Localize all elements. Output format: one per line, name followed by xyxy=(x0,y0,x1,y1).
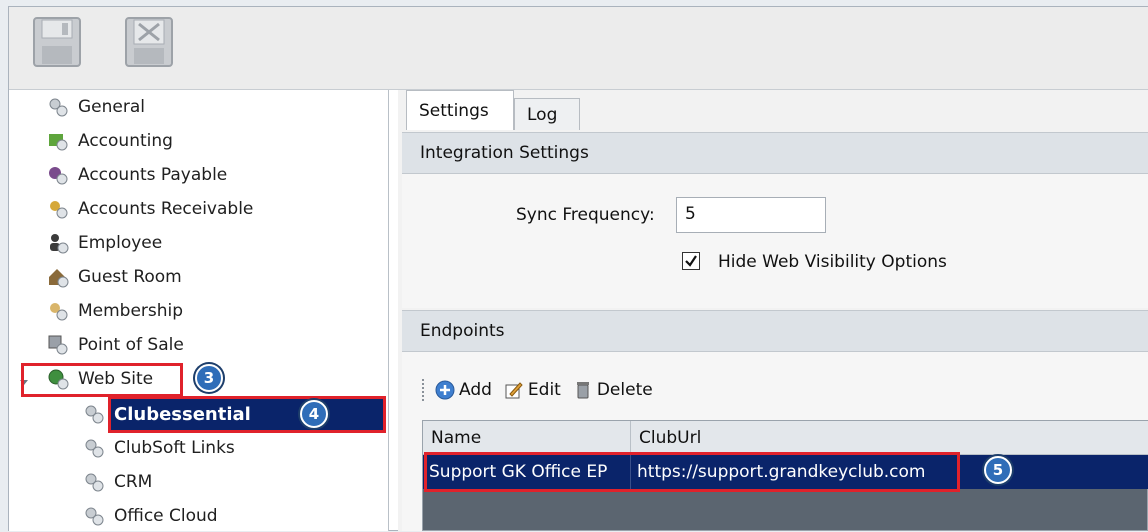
tab-settings[interactable]: Settings xyxy=(406,90,514,130)
tree-item-office-cloud[interactable]: Office Cloud xyxy=(83,500,218,532)
membership-icon xyxy=(50,303,68,321)
tree-item-employee[interactable]: Employee xyxy=(47,227,162,259)
close-document-icon[interactable] xyxy=(124,16,174,68)
sync-frequency-input[interactable]: 5 xyxy=(676,197,826,233)
tree-item-accounting[interactable]: Accounting xyxy=(47,125,173,157)
accounts-receivable-icon xyxy=(50,201,68,219)
integration-settings-header: Integration Settings xyxy=(402,132,1148,174)
hide-web-visibility-label: Hide Web Visibility Options xyxy=(718,252,947,272)
checkmark-icon xyxy=(685,255,697,267)
tree-item-general[interactable]: General xyxy=(47,91,145,123)
column-header-name[interactable]: Name xyxy=(423,421,631,454)
tab-log[interactable]: Log xyxy=(514,98,580,130)
floppy-disk-icon[interactable] xyxy=(32,16,82,68)
delete-endpoint-button[interactable]: Delete xyxy=(573,380,653,400)
endpoints-grid-header: Name ClubUrl xyxy=(423,421,1148,455)
tree-item-membership[interactable]: Membership xyxy=(47,295,183,327)
edit-icon xyxy=(505,382,523,399)
add-icon xyxy=(435,380,455,400)
add-endpoint-button[interactable]: Add xyxy=(435,380,492,400)
hide-web-visibility-checkbox[interactable] xyxy=(682,252,700,270)
tree-item-clubsoft-links[interactable]: ClubSoft Links xyxy=(83,432,235,464)
callout-box-endpoint-row xyxy=(424,452,960,492)
gears-icon xyxy=(49,98,68,117)
callout-box-clubessential xyxy=(108,396,386,433)
callout-badge-3: 3 xyxy=(195,364,223,392)
tree-item-accounts-receivable[interactable]: Accounts Receivable xyxy=(47,193,253,225)
employee-icon xyxy=(50,234,69,254)
trash-icon xyxy=(576,382,589,399)
callout-box-web-site xyxy=(21,363,183,397)
gears-icon xyxy=(85,439,104,458)
callout-badge-4: 4 xyxy=(300,400,328,428)
accounts-payable-icon xyxy=(49,167,68,185)
gears-icon xyxy=(85,405,104,424)
accounting-icon xyxy=(49,134,68,151)
house-icon xyxy=(49,269,69,288)
tree-item-guest-room[interactable]: Guest Room xyxy=(47,261,182,293)
edit-endpoint-button[interactable]: Edit xyxy=(504,380,561,400)
point-of-sale-icon xyxy=(48,335,68,355)
toolbar-grip xyxy=(422,379,427,401)
tree-item-point-of-sale[interactable]: Point of Sale xyxy=(47,329,184,361)
toolbar xyxy=(9,7,1148,90)
integration-settings-body xyxy=(402,174,1148,308)
tree-item-accounts-payable[interactable]: Accounts Payable xyxy=(47,159,227,191)
endpoints-header: Endpoints xyxy=(402,310,1148,352)
column-header-cluburl[interactable]: ClubUrl xyxy=(631,421,1148,454)
callout-badge-5: 5 xyxy=(984,456,1012,484)
gears-icon xyxy=(85,473,104,492)
sync-frequency-label: Sync Frequency: xyxy=(516,205,655,225)
tree-item-crm[interactable]: CRM xyxy=(83,466,152,498)
gears-icon xyxy=(85,507,104,526)
endpoints-toolbar: Add Edit Delete xyxy=(422,372,665,408)
